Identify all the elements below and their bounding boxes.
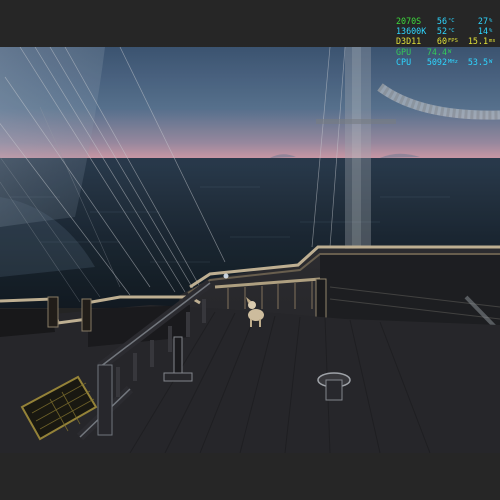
osd-value: 14 [477, 26, 488, 37]
osd-value: 53.5 [467, 56, 488, 67]
osd-unit: FPS [448, 38, 458, 45]
osd-unit: W [448, 48, 452, 55]
osd-label: 2070S [396, 16, 422, 26]
osd-unit: % [489, 18, 493, 24]
osd-value: 52 [436, 26, 447, 37]
performance-overlay: 2070S 56 °C 27 % 13600K 52 °C 14 % D3D11… [393, 16, 497, 67]
osd-row-cpu-clock: CPU 5092 MHz 53.5 W [393, 57, 497, 67]
osd-unit: °C [448, 18, 455, 24]
letterbox-bottom [0, 453, 500, 500]
game-viewport[interactable] [0, 47, 500, 453]
osd-unit: ms [489, 38, 496, 45]
osd-value: 15.1 [467, 36, 488, 47]
osd-label: 13600K [396, 26, 427, 37]
ship-deck-scene [0, 47, 500, 453]
osd-value: 27 [477, 16, 488, 26]
osd-value: 5092 [426, 56, 447, 67]
osd-row-gpu-power: GPU 74.4 W [393, 47, 497, 57]
osd-unit: W [489, 58, 493, 65]
osd-row-cpu: 13600K 52 °C 14 % [393, 26, 497, 36]
osd-label: CPU [396, 56, 412, 67]
osd-row-gpu: 2070S 56 °C 27 % [393, 16, 497, 26]
osd-label: GPU [396, 46, 412, 57]
osd-value: 74.4 [426, 46, 447, 57]
osd-value: 56 [436, 16, 447, 26]
osd-value: 60 [436, 36, 447, 47]
osd-label: D3D11 [396, 36, 422, 47]
osd-unit: MHz [448, 58, 458, 65]
osd-row-framerate: D3D11 60 FPS 15.1 ms [393, 36, 497, 46]
osd-unit: % [489, 28, 493, 35]
osd-unit: °C [448, 28, 455, 35]
